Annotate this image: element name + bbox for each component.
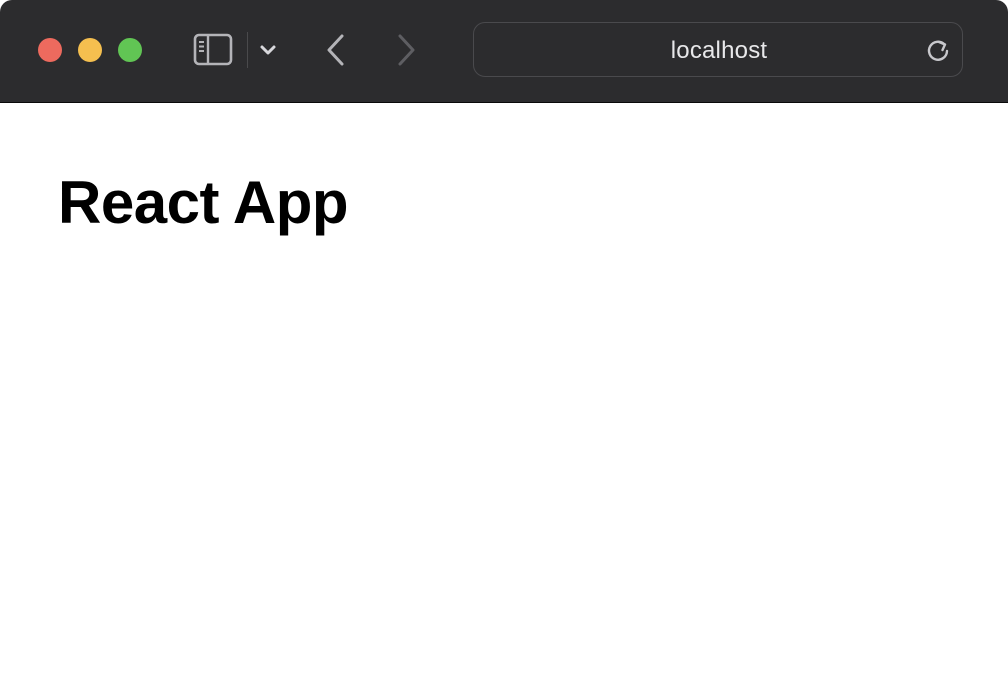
page-content: React App bbox=[0, 104, 1008, 674]
zoom-window-button[interactable] bbox=[118, 38, 142, 62]
address-bar-text[interactable]: localhost bbox=[474, 23, 964, 78]
address-bar[interactable]: localhost bbox=[473, 22, 963, 77]
chevron-left-icon[interactable] bbox=[320, 32, 352, 68]
browser-toolbar: localhost bbox=[0, 0, 1008, 103]
chevron-right-icon[interactable] bbox=[390, 32, 422, 68]
minimize-window-button[interactable] bbox=[78, 38, 102, 62]
sidebar-icon[interactable] bbox=[190, 31, 236, 69]
browser-window: localhost React App bbox=[0, 0, 1008, 674]
reload-icon[interactable] bbox=[924, 37, 952, 65]
chevron-down-icon[interactable] bbox=[256, 38, 280, 62]
toolbar-divider bbox=[247, 32, 248, 68]
page-title: React App bbox=[58, 169, 349, 236]
close-window-button[interactable] bbox=[38, 38, 62, 62]
